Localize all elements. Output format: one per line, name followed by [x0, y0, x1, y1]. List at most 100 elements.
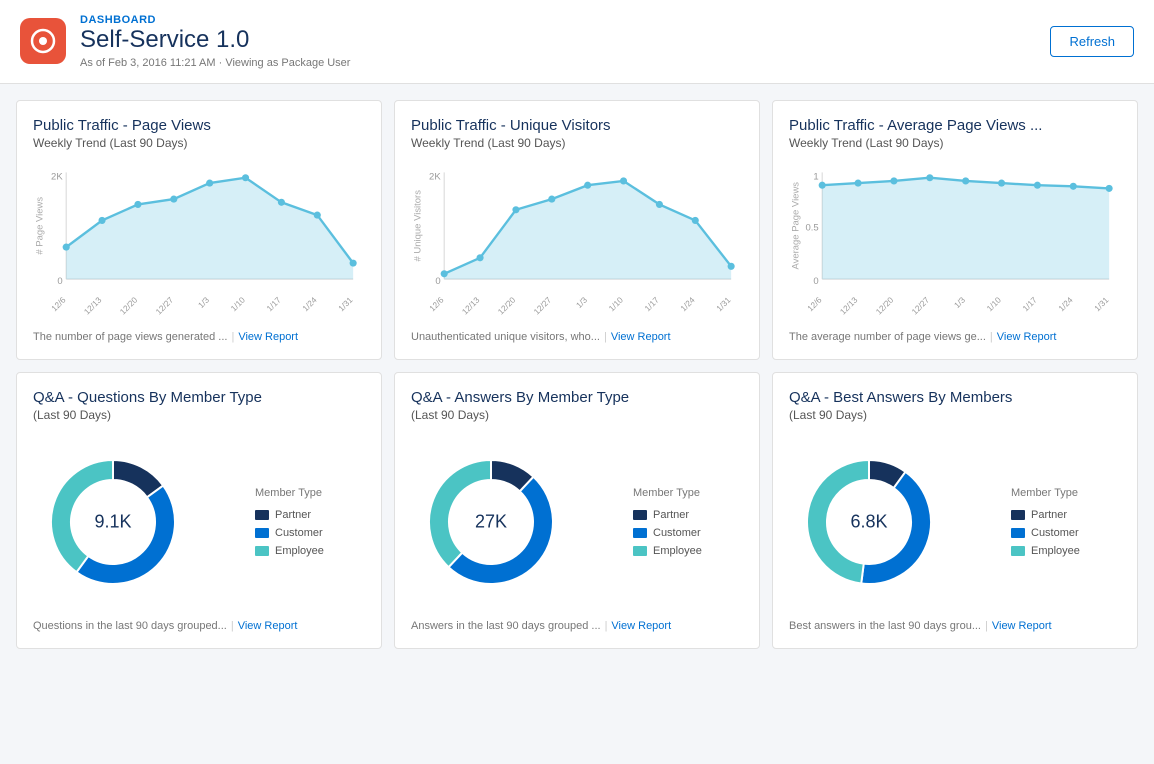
- card-footer: Unauthenticated unique visitors, who... …: [411, 331, 743, 343]
- card-unique-visitors: Public Traffic - Unique Visitors Weekly …: [394, 100, 760, 360]
- legend-label: Employee: [1031, 545, 1080, 557]
- card-subtitle: Weekly Trend (Last 90 Days): [411, 136, 743, 150]
- card-answers: Q&A - Answers By Member Type (Last 90 Da…: [394, 372, 760, 649]
- card-title: Q&A - Answers By Member Type: [411, 389, 743, 406]
- legend-item: Customer: [255, 527, 365, 539]
- pipe-separator: |: [605, 620, 608, 632]
- donut-center-value: 9.1K: [94, 511, 131, 532]
- view-report-link[interactable]: View Report: [611, 331, 671, 343]
- card-questions: Q&A - Questions By Member Type (Last 90 …: [16, 372, 382, 649]
- card-best-answers: Q&A - Best Answers By Members (Last 90 D…: [772, 372, 1138, 649]
- footer-text: Answers in the last 90 days grouped ...: [411, 620, 601, 632]
- view-report-link[interactable]: View Report: [238, 620, 298, 632]
- legend-item: Customer: [1011, 527, 1121, 539]
- pipe-separator: |: [604, 331, 607, 343]
- legend-swatch: [1011, 528, 1025, 538]
- legend-item: Partner: [255, 509, 365, 521]
- legend-title: Member Type: [255, 487, 365, 499]
- card-footer: Answers in the last 90 days grouped ... …: [411, 620, 743, 632]
- footer-text: Unauthenticated unique visitors, who...: [411, 331, 600, 343]
- header-text: DASHBOARD Self-Service 1.0 As of Feb 3, …: [80, 14, 350, 69]
- legend-swatch: [1011, 546, 1025, 556]
- view-report-link[interactable]: View Report: [238, 331, 298, 343]
- svg-text:12/20: 12/20: [118, 294, 140, 316]
- card-title: Public Traffic - Unique Visitors: [411, 117, 743, 134]
- svg-text:# Unique Visitors: # Unique Visitors: [412, 190, 423, 262]
- legend-label: Employee: [275, 545, 324, 557]
- legend-swatch: [633, 528, 647, 538]
- card-subtitle: (Last 90 Days): [411, 408, 743, 422]
- chart-legend: Member Type Partner Customer Employee: [633, 487, 743, 557]
- legend-label: Customer: [1031, 527, 1079, 539]
- svg-text:1/10: 1/10: [984, 294, 1003, 313]
- dashboard-grid: Public Traffic - Page Views Weekly Trend…: [0, 84, 1154, 665]
- footer-text: Best answers in the last 90 days grou...: [789, 620, 981, 632]
- legend-item: Customer: [633, 527, 743, 539]
- svg-text:1/24: 1/24: [300, 294, 319, 313]
- legend-label: Customer: [275, 527, 323, 539]
- svg-text:0: 0: [57, 276, 62, 287]
- legend-item: Employee: [1011, 545, 1121, 557]
- svg-text:1/24: 1/24: [1056, 294, 1075, 313]
- legend-item: Employee: [255, 545, 365, 557]
- svg-text:Average Page Views: Average Page Views: [790, 182, 801, 270]
- svg-text:1/17: 1/17: [264, 294, 283, 313]
- pipe-separator: |: [231, 331, 234, 343]
- card-page-views: Public Traffic - Page Views Weekly Trend…: [16, 100, 382, 360]
- svg-text:1/17: 1/17: [1020, 294, 1039, 313]
- card-title: Public Traffic - Average Page Views ...: [789, 117, 1121, 134]
- legend-swatch: [1011, 510, 1025, 520]
- legend-swatch: [633, 510, 647, 520]
- legend-title: Member Type: [633, 487, 743, 499]
- svg-text:0: 0: [435, 276, 440, 287]
- svg-text:12/27: 12/27: [909, 294, 931, 316]
- legend-title: Member Type: [1011, 487, 1121, 499]
- svg-text:12/13: 12/13: [838, 294, 860, 316]
- svg-text:12/6: 12/6: [805, 294, 824, 313]
- svg-text:1/10: 1/10: [606, 294, 625, 313]
- pipe-separator: |: [985, 620, 988, 632]
- pipe-separator: |: [990, 331, 993, 343]
- svg-text:12/27: 12/27: [153, 294, 175, 316]
- svg-text:12/13: 12/13: [460, 294, 482, 316]
- view-report-link[interactable]: View Report: [992, 620, 1052, 632]
- footer-text: The number of page views generated ...: [33, 331, 227, 343]
- line-chart-area: # Page Views 2K 0 12/612/1312/2012/271/3…: [33, 160, 365, 323]
- card-subtitle: Weekly Trend (Last 90 Days): [789, 136, 1121, 150]
- legend-label: Employee: [653, 545, 702, 557]
- svg-text:1/3: 1/3: [574, 294, 589, 309]
- svg-text:1/24: 1/24: [678, 294, 697, 313]
- legend-label: Customer: [653, 527, 701, 539]
- donut-center-value: 6.8K: [850, 511, 887, 532]
- card-footer: The number of page views generated ... |…: [33, 331, 365, 343]
- donut-container: 9.1K: [33, 442, 193, 602]
- svg-text:1/17: 1/17: [642, 294, 661, 313]
- svg-text:1/31: 1/31: [1092, 294, 1111, 313]
- view-report-link[interactable]: View Report: [611, 620, 671, 632]
- svg-text:12/20: 12/20: [874, 294, 896, 316]
- svg-text:12/27: 12/27: [531, 294, 553, 316]
- svg-text:1/31: 1/31: [336, 294, 355, 313]
- footer-text: The average number of page views ge...: [789, 331, 986, 343]
- svg-text:12/13: 12/13: [82, 294, 104, 316]
- header-left: DASHBOARD Self-Service 1.0 As of Feb 3, …: [20, 14, 350, 69]
- card-footer: Questions in the last 90 days grouped...…: [33, 620, 365, 632]
- chart-legend: Member Type Partner Customer Employee: [255, 487, 365, 557]
- card-title: Q&A - Best Answers By Members: [789, 389, 1121, 406]
- dashboard-subtitle: As of Feb 3, 2016 11:21 AM · Viewing as …: [80, 57, 350, 69]
- view-report-link[interactable]: View Report: [997, 331, 1057, 343]
- refresh-button[interactable]: Refresh: [1050, 26, 1134, 57]
- legend-swatch: [255, 528, 269, 538]
- legend-item: Employee: [633, 545, 743, 557]
- pipe-separator: |: [231, 620, 234, 632]
- donut-center-value: 27K: [475, 511, 507, 532]
- chart-legend: Member Type Partner Customer Employee: [1011, 487, 1121, 557]
- svg-text:12/6: 12/6: [427, 294, 446, 313]
- card-subtitle: (Last 90 Days): [33, 408, 365, 422]
- legend-label: Partner: [1031, 509, 1067, 521]
- card-avg-page-views: Public Traffic - Average Page Views ... …: [772, 100, 1138, 360]
- card-title: Q&A - Questions By Member Type: [33, 389, 365, 406]
- card-subtitle: (Last 90 Days): [789, 408, 1121, 422]
- dashboard-label: DASHBOARD: [80, 14, 350, 26]
- svg-text:2K: 2K: [429, 171, 441, 182]
